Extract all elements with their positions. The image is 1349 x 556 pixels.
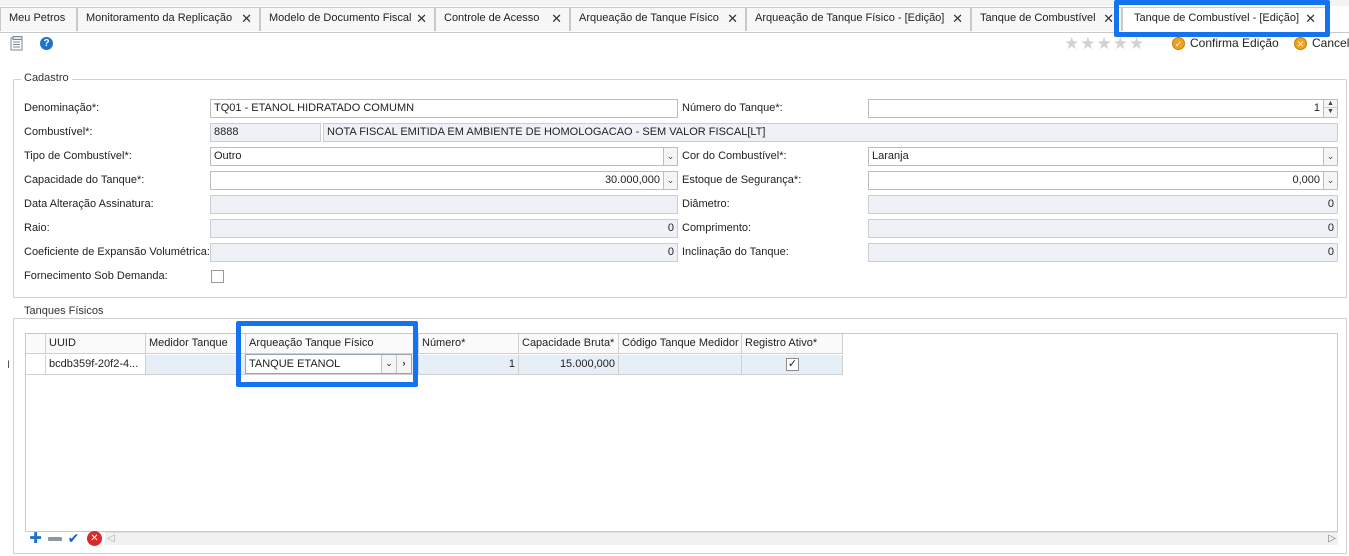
- fornecimento-checkbox[interactable]: [211, 270, 224, 283]
- save-row-icon[interactable]: ✔: [66, 531, 81, 546]
- column-header-uuid[interactable]: UUID: [46, 334, 146, 354]
- remove-row-icon[interactable]: [47, 531, 62, 546]
- chevron-down-icon[interactable]: ⌄: [381, 355, 396, 373]
- tab-bar: Meu Petros Monitoramento da Replicação ✕…: [0, 0, 1349, 33]
- chevron-down-icon[interactable]: ⌄: [1323, 147, 1338, 166]
- comprimento-label: Comprimento:: [682, 222, 752, 234]
- tipo-combustivel-label: Tipo de Combustível*:: [24, 150, 132, 162]
- arqueacao-combobox[interactable]: TANQUE ETANOL ⌄ ›: [245, 354, 412, 374]
- tab-label: Controle de Acesso: [444, 12, 540, 24]
- add-row-icon[interactable]: ✚: [28, 531, 43, 546]
- tipo-combustivel-select[interactable]: Outro: [210, 147, 664, 166]
- cell-numero[interactable]: 1: [419, 355, 519, 375]
- coeficiente-label: Coeficiente de Expansão Volumétrica:: [24, 246, 210, 258]
- combustivel-code-input[interactable]: 8888: [210, 123, 321, 142]
- arqueacao-value: TANQUE ETANOL: [249, 358, 341, 370]
- report-icon[interactable]: [10, 36, 24, 51]
- tab-controle-acesso[interactable]: Controle de Acesso ✕: [435, 7, 570, 31]
- spin-up-icon[interactable]: ▲: [1324, 100, 1337, 108]
- combustivel-desc-input[interactable]: NOTA FISCAL EMITIDA EM AMBIENTE DE HOMOL…: [323, 123, 1338, 142]
- numero-tanque-spinner[interactable]: ▲ ▼: [1323, 99, 1338, 118]
- cadastro-legend: Cadastro: [21, 72, 72, 84]
- chevron-right-icon[interactable]: ›: [396, 355, 411, 373]
- horizontal-scrollbar[interactable]: ◁ ▷: [105, 532, 1338, 545]
- title-strip: [0, 0, 1349, 6]
- chevron-down-icon[interactable]: ⌄: [1323, 171, 1338, 190]
- column-header-medidor[interactable]: Medidor Tanque: [146, 334, 246, 354]
- close-icon[interactable]: ✕: [551, 11, 562, 27]
- close-icon[interactable]: ✕: [416, 11, 427, 27]
- tab-label: Tanque de Combustível - [Edição]: [1134, 12, 1300, 24]
- estoque-label: Estoque de Segurança*:: [682, 174, 802, 186]
- text-cursor-icon: I: [7, 359, 11, 371]
- cor-combustivel-label: Cor do Combustível*:: [682, 150, 787, 162]
- tab-monitoramento-replicacao[interactable]: Monitoramento da Replicação ✕: [77, 7, 260, 31]
- column-header-capacidade[interactable]: Capacidade Bruta*: [519, 334, 619, 354]
- scroll-left-icon[interactable]: ◁: [107, 533, 115, 544]
- help-icon[interactable]: ?: [40, 37, 53, 50]
- cell-codigo[interactable]: [619, 355, 742, 375]
- tab-arqueacao-tanque-fisico-edicao[interactable]: Arqueação de Tanque Físico - [Edição] ✕: [746, 7, 971, 31]
- tab-label: Monitoramento da Replicação: [86, 12, 233, 24]
- capacidade-label: Capacidade do Tanque*:: [24, 174, 145, 186]
- fornecimento-label: Fornecimento Sob Demanda:: [24, 270, 168, 282]
- diametro-label: Diâmetro:: [682, 198, 730, 210]
- raio-input[interactable]: 0: [210, 219, 678, 238]
- tab-tanque-combustivel[interactable]: Tanque de Combustível ✕: [971, 7, 1122, 31]
- confirm-edit-button[interactable]: Confirma Edição: [1190, 36, 1279, 50]
- tab-tanque-combustivel-edicao[interactable]: Tanque de Combustível - [Edição] ✕: [1122, 7, 1327, 31]
- column-header-numero[interactable]: Número*: [419, 334, 519, 354]
- row-indicator[interactable]: [26, 355, 46, 375]
- numero-tanque-input[interactable]: 1: [868, 99, 1324, 118]
- data-alteracao-label: Data Alteração Assinatura:: [24, 198, 154, 210]
- close-icon[interactable]: ✕: [1103, 11, 1114, 27]
- row-indicator-header: [26, 334, 46, 354]
- denominacao-label: Denominação*:: [24, 102, 100, 114]
- inclinacao-input[interactable]: 0: [868, 243, 1338, 262]
- numero-tanque-label: Número do Tanque*:: [682, 102, 783, 114]
- cell-capacidade[interactable]: 15.000,000: [519, 355, 619, 375]
- confirm-icon[interactable]: ✓: [1172, 37, 1185, 50]
- comprimento-input[interactable]: 0: [868, 219, 1338, 238]
- cell-registro-ativo[interactable]: ✓: [742, 355, 843, 375]
- tab-arqueacao-tanque-fisico[interactable]: Arqueação de Tanque Físico ✕: [570, 7, 746, 31]
- close-icon[interactable]: ✕: [1305, 11, 1316, 27]
- chevron-down-icon[interactable]: ⌄: [663, 147, 678, 166]
- scroll-right-icon[interactable]: ▷: [1328, 533, 1336, 544]
- cancel-button[interactable]: Cancel: [1312, 36, 1349, 50]
- column-header-registro-ativo[interactable]: Registro Ativo*: [742, 334, 843, 354]
- close-icon[interactable]: ✕: [241, 11, 252, 27]
- tab-label: Tanque de Combustível: [980, 12, 1096, 24]
- capacidade-input[interactable]: 30.000,000: [210, 171, 664, 190]
- tanques-grid[interactable]: UUID Medidor Tanque Arqueação Tanque Fís…: [25, 333, 1338, 532]
- tanques-legend: Tanques Físicos: [21, 305, 107, 317]
- tab-label: Arqueação de Tanque Físico: [579, 12, 719, 24]
- data-alteracao-input[interactable]: [210, 195, 678, 214]
- spin-down-icon[interactable]: ▼: [1324, 108, 1337, 116]
- rating-stars[interactable]: ★★★★★: [1064, 34, 1145, 54]
- cor-combustivel-select[interactable]: Laranja: [868, 147, 1324, 166]
- registro-ativo-checkbox[interactable]: ✓: [786, 358, 799, 371]
- combustivel-label: Combustível*:: [24, 126, 93, 138]
- tab-meu-petros[interactable]: Meu Petros: [0, 7, 77, 31]
- column-header-codigo[interactable]: Código Tanque Medidor: [619, 334, 742, 354]
- tab-label: Modelo de Documento Fiscal: [269, 12, 412, 24]
- close-icon[interactable]: ✕: [952, 11, 963, 27]
- column-header-arqueacao[interactable]: Arqueação Tanque Físico: [246, 334, 419, 354]
- raio-label: Raio:: [24, 222, 50, 234]
- estoque-input[interactable]: 0,000: [868, 171, 1324, 190]
- chevron-down-icon[interactable]: ⌄: [663, 171, 678, 190]
- denominacao-input[interactable]: TQ01 - ETANOL HIDRATADO COMUMN: [210, 99, 678, 118]
- cancel-row-icon[interactable]: ✕: [87, 531, 102, 546]
- diametro-input[interactable]: 0: [868, 195, 1338, 214]
- cancel-icon[interactable]: ✕: [1294, 37, 1307, 50]
- inclinacao-label: Inclinação do Tanque:: [682, 246, 789, 258]
- cell-uuid[interactable]: bcdb359f-20f2-4...: [46, 355, 146, 375]
- tab-label: Meu Petros: [9, 12, 66, 24]
- tab-modelo-documento-fiscal[interactable]: Modelo de Documento Fiscal ✕: [260, 7, 435, 31]
- coeficiente-input[interactable]: 0: [210, 243, 678, 262]
- tab-label: Arqueação de Tanque Físico - [Edição]: [755, 12, 945, 24]
- close-icon[interactable]: ✕: [727, 11, 738, 27]
- cell-medidor[interactable]: [146, 355, 246, 375]
